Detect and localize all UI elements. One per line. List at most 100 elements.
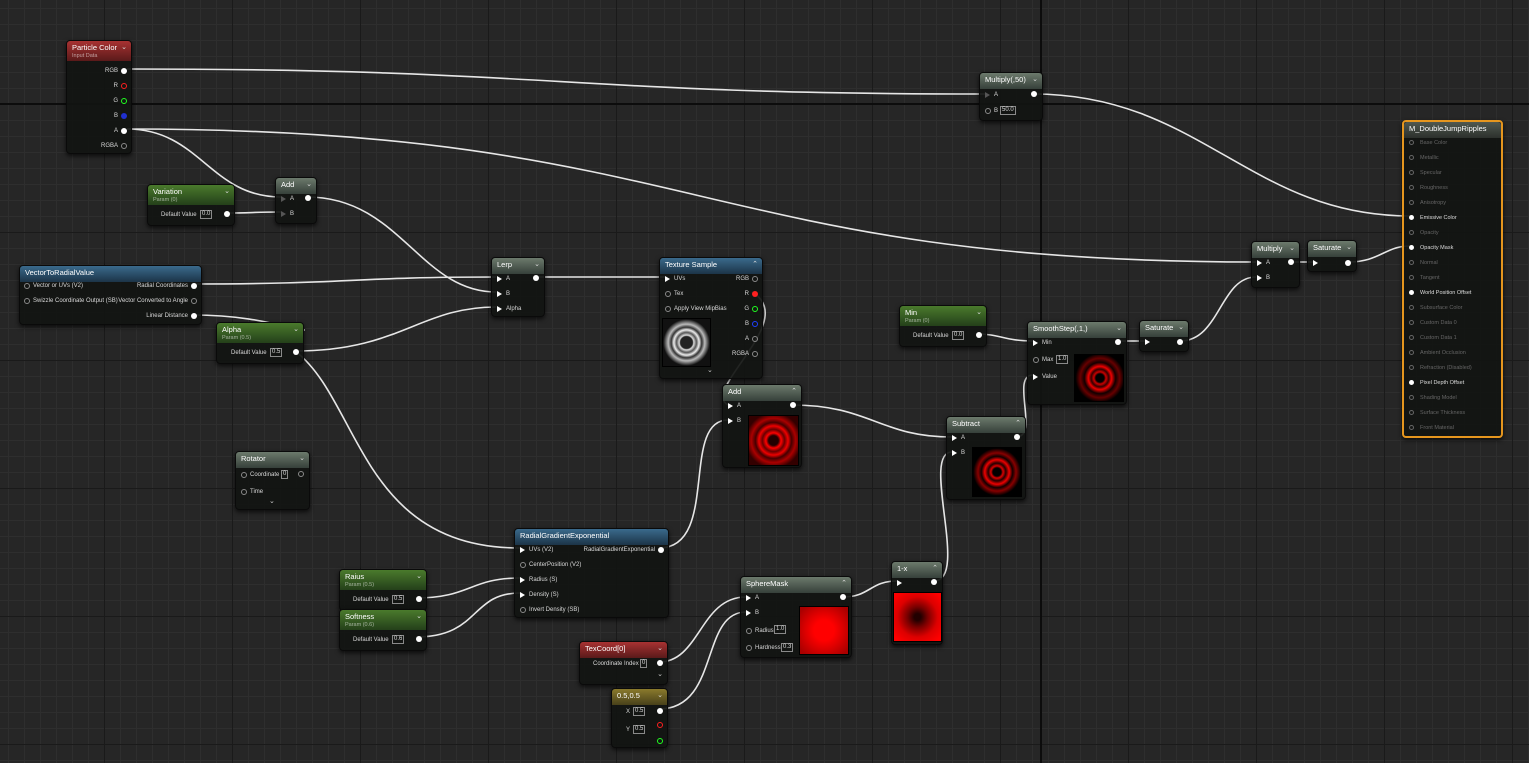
coordinate-value-field[interactable]: 0: [281, 470, 289, 479]
input-pin-b[interactable]: [952, 450, 957, 456]
output-pin[interactable]: [1288, 259, 1294, 265]
chevron-down-icon[interactable]: ⌄: [657, 644, 663, 652]
material-input-pin[interactable]: [1409, 170, 1414, 175]
saturate-node[interactable]: Saturate ⌄: [1139, 320, 1189, 352]
spheremask-node[interactable]: SphereMask ⌃ A B Radius 1.0 Hardness 0.3: [740, 576, 852, 658]
material-input-pin[interactable]: [1409, 260, 1414, 265]
default-value-field[interactable]: 0.5: [392, 595, 405, 604]
material-pin[interactable]: Pixel Depth Offset: [1409, 380, 1464, 386]
input-pin-a[interactable]: [497, 276, 502, 282]
chevron-down-icon[interactable]: ⌄: [224, 187, 230, 195]
coordinate-index-field[interactable]: 0: [640, 659, 648, 668]
material-pin[interactable]: Custom Data 1: [1409, 335, 1457, 341]
material-input-pin[interactable]: [1409, 185, 1414, 190]
output-pin-g[interactable]: [657, 738, 663, 744]
material-graph-canvas[interactable]: Particle Color Input Data ⌄ RGB R G B A RG…: [0, 0, 1529, 763]
input-pin-radius[interactable]: [746, 628, 752, 634]
lerp-node[interactable]: Lerp ⌄ A B Alpha: [491, 257, 545, 317]
input-pin-vector[interactable]: [24, 283, 30, 289]
material-input-pin[interactable]: [1409, 155, 1414, 160]
material-pin[interactable]: Surface Thickness: [1409, 410, 1465, 416]
material-input-pin[interactable]: [1409, 140, 1414, 145]
input-pin[interactable]: [1313, 260, 1318, 266]
input-pin-max[interactable]: [1033, 357, 1039, 363]
input-pin-min[interactable]: [1033, 340, 1038, 346]
chevron-down-icon[interactable]: ⌄: [1178, 323, 1184, 331]
material-pin[interactable]: World Position Offset: [1409, 290, 1471, 296]
output-pin-g[interactable]: [121, 98, 127, 104]
chevron-down-icon[interactable]: ⌄: [269, 497, 275, 505]
material-input-pin[interactable]: [1409, 425, 1414, 430]
output-pin-a[interactable]: [752, 336, 758, 342]
output-pin[interactable]: [657, 708, 663, 714]
input-pin-a[interactable]: [746, 595, 751, 601]
output-pin[interactable]: [1031, 91, 1037, 97]
chevron-down-icon[interactable]: ⌄: [299, 454, 305, 462]
input-pin-time[interactable]: [241, 489, 247, 495]
input-pin-invert[interactable]: [520, 607, 526, 613]
material-input-pin[interactable]: [1409, 215, 1414, 220]
output-pin[interactable]: [416, 596, 422, 602]
add-node-2[interactable]: Add ⌃ A B: [722, 384, 802, 468]
input-pin-b[interactable]: [281, 211, 286, 217]
material-pin[interactable]: Opacity: [1409, 230, 1439, 236]
input-pin-coordinate[interactable]: [241, 472, 247, 478]
chevron-down-icon[interactable]: ⌄: [1289, 244, 1295, 252]
softness-param-node[interactable]: Softness Param (0.6) ⌄ Default Value 0.6: [339, 609, 427, 651]
chevron-up-icon[interactable]: ⌃: [791, 387, 797, 395]
input-pin-uvs[interactable]: [520, 547, 525, 553]
chevron-down-icon[interactable]: ⌄: [1116, 324, 1122, 332]
output-pin[interactable]: [298, 471, 304, 477]
chevron-up-icon[interactable]: ⌃: [932, 564, 938, 572]
material-pin[interactable]: Shading Model: [1409, 395, 1457, 401]
input-pin-value[interactable]: [1033, 374, 1038, 380]
output-pin[interactable]: [416, 636, 422, 642]
material-pin[interactable]: Anisotropy: [1409, 200, 1446, 206]
texture-sample-node[interactable]: Texture Sample ⌃ UVs Tex Apply View MipBi…: [659, 257, 763, 379]
default-value-field[interactable]: 0.6: [392, 635, 405, 644]
input-pin-b[interactable]: [497, 291, 502, 297]
particle-color-node[interactable]: Particle Color Input Data ⌄ RGB R G B A RG…: [66, 40, 132, 154]
output-pin-radial-coordinates[interactable]: [191, 283, 197, 289]
add-node[interactable]: Add ⌄ A B: [275, 177, 317, 224]
output-pin-r[interactable]: [657, 722, 663, 728]
radial-gradient-exponential-node[interactable]: RadialGradientExponential UVs (V2) Cente…: [514, 528, 669, 618]
one-minus-node[interactable]: 1-x ⌃: [891, 561, 943, 645]
output-pin[interactable]: [1115, 339, 1121, 345]
chevron-down-icon[interactable]: ⌄: [534, 260, 540, 268]
output-pin-b[interactable]: [121, 113, 127, 119]
multiply-50-node[interactable]: Multiply(,50) ⌄ A B 50.0: [979, 72, 1043, 121]
material-pin[interactable]: Specular: [1409, 170, 1442, 176]
input-pin-a[interactable]: [728, 403, 733, 409]
output-pin[interactable]: [224, 211, 230, 217]
output-pin[interactable]: [976, 332, 982, 338]
material-result-node[interactable]: M_DoubleJumpRipples Base Color Metallic Sp…: [1402, 120, 1503, 438]
chevron-down-icon[interactable]: ⌄: [976, 308, 982, 316]
chevron-up-icon[interactable]: ⌃: [752, 260, 758, 268]
constant2vector-node[interactable]: 0.5,0.5 ⌄ X 0.5 Y 0.5: [611, 688, 668, 748]
variation-param-node[interactable]: Variation Param (0) ⌄ Default Value 0.0: [147, 184, 235, 226]
material-input-pin[interactable]: [1409, 305, 1414, 310]
b-value-field[interactable]: 50.0: [1000, 106, 1016, 115]
material-pin[interactable]: Base Color: [1409, 140, 1447, 146]
input-pin-a[interactable]: [952, 435, 957, 441]
chevron-up-icon[interactable]: ⌃: [841, 579, 847, 587]
input-pin-a[interactable]: [985, 92, 990, 98]
input-pin-a[interactable]: [281, 196, 286, 202]
output-pin[interactable]: [657, 660, 663, 666]
material-pin[interactable]: Subsurface Color: [1409, 305, 1463, 311]
input-pin-hardness[interactable]: [746, 645, 752, 651]
alpha-param-node[interactable]: Alpha Param (0.5) ⌄ Default Value 0.5: [216, 322, 304, 364]
output-pin[interactable]: [931, 579, 937, 585]
output-pin[interactable]: [1014, 434, 1020, 440]
output-pin[interactable]: [658, 547, 664, 553]
material-pin[interactable]: Emissive Color: [1409, 215, 1457, 221]
material-pin[interactable]: Roughness: [1409, 185, 1448, 191]
output-pin[interactable]: [293, 349, 299, 355]
material-input-pin[interactable]: [1409, 395, 1414, 400]
x-value-field[interactable]: 0.5: [633, 707, 646, 716]
input-pin-b[interactable]: [985, 108, 991, 114]
material-input-pin[interactable]: [1409, 320, 1414, 325]
material-input-pin[interactable]: [1409, 350, 1414, 355]
material-pin[interactable]: Ambient Occlusion: [1409, 350, 1466, 356]
